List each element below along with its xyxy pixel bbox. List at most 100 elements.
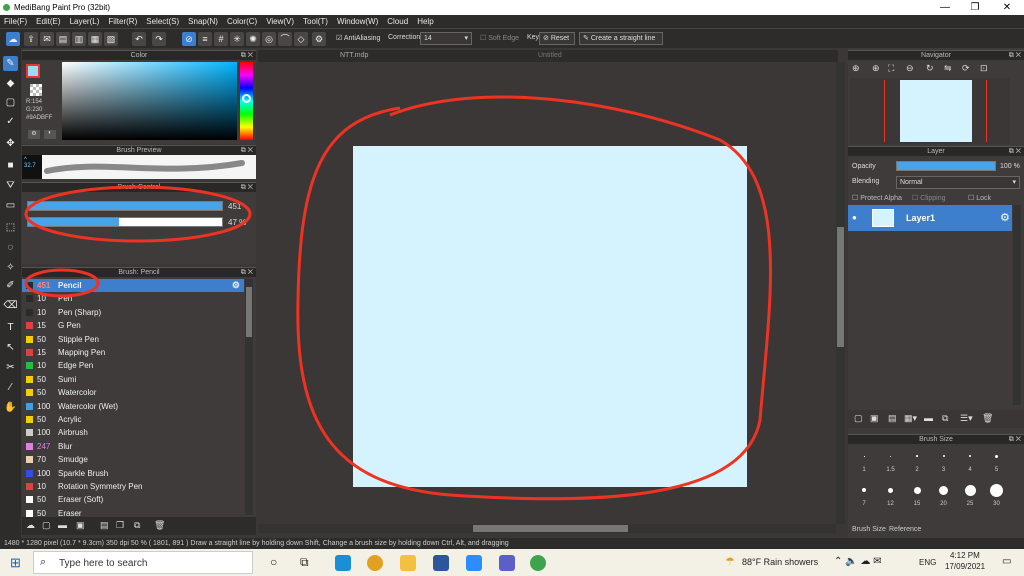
reset-view-icon[interactable]: ⟳: [962, 63, 970, 74]
brush-size-preset[interactable]: 5: [985, 444, 1009, 476]
gradient-tool-icon[interactable]: ▭: [3, 198, 18, 213]
brush-list-scrollbar[interactable]: [245, 279, 253, 515]
brush-item[interactable]: 10 Pen (Sharp): [22, 306, 244, 319]
new-layer2-icon[interactable]: ▣: [870, 413, 879, 424]
straight-line-button[interactable]: ✎ Create a straight line: [579, 32, 663, 45]
navigator-preview[interactable]: [850, 78, 1010, 144]
layer-row[interactable]: ● Layer1 ⚙: [848, 205, 1012, 231]
task-view-icon[interactable]: ⧉: [300, 555, 309, 570]
bucket-tool-icon[interactable]: ⛛: [3, 178, 18, 193]
brush-item[interactable]: 15 G Pen: [22, 319, 244, 332]
zoom-in2-icon[interactable]: ⊕: [872, 63, 880, 74]
tab-ntt[interactable]: NTT.mdp: [340, 52, 368, 59]
brush-item[interactable]: 50 Watercolor: [22, 386, 244, 399]
menu-help[interactable]: Help: [417, 15, 433, 28]
menu-filter[interactable]: Filter(R): [108, 15, 137, 28]
flip-icon[interactable]: ⇋: [944, 63, 952, 74]
word-icon[interactable]: [433, 555, 449, 571]
brush-list-scroll-thumb[interactable]: [246, 287, 252, 337]
windows-start-icon[interactable]: ⊞: [10, 555, 21, 571]
select-lasso-icon[interactable]: ◌: [3, 240, 18, 255]
duplicate-icon[interactable]: ❐: [116, 520, 124, 531]
menu-cloud[interactable]: Cloud: [387, 15, 408, 28]
tab-untitled[interactable]: Untitled: [538, 52, 562, 59]
medibang-icon[interactable]: [530, 555, 546, 571]
chrome-icon[interactable]: [367, 555, 383, 571]
divide-tool-icon[interactable]: ✂: [3, 360, 18, 375]
menu-select[interactable]: Select(S): [146, 15, 179, 28]
cloud-icon[interactable]: ☁: [6, 32, 20, 46]
brush-item[interactable]: 15 Mapping Pen: [22, 346, 244, 359]
panel-close-icon[interactable]: ⧉ ✕: [1009, 51, 1021, 61]
curve-snap-icon[interactable]: ⌒: [278, 32, 292, 46]
document-canvas[interactable]: [353, 146, 747, 487]
select-eraser-icon[interactable]: ⌫: [3, 298, 18, 313]
delete-layer-icon[interactable]: 🗑: [982, 413, 993, 424]
layers-icon[interactable]: ▧: [104, 32, 118, 46]
dot-tool-icon[interactable]: ▢: [3, 95, 18, 110]
eraser-tool-icon[interactable]: ◆: [3, 76, 18, 91]
minimize-button[interactable]: —: [930, 0, 960, 15]
brush-size-preset[interactable]: 30: [985, 478, 1009, 510]
close-button[interactable]: ✕: [992, 0, 1022, 15]
language-indicator[interactable]: ENG: [919, 558, 936, 567]
rotate-icon[interactable]: ↻: [926, 63, 934, 74]
brush-item[interactable]: 451 Pencil ⚙: [22, 279, 244, 292]
canvas-v-scrollbar[interactable]: [836, 62, 845, 524]
panel-close-icon[interactable]: ⧉ ✕: [1009, 147, 1021, 157]
brush-settings-icon[interactable]: ▤: [100, 520, 109, 531]
add-brush-icon[interactable]: ▣: [76, 520, 85, 531]
radial-line-icon[interactable]: ✺: [246, 32, 260, 46]
trash-icon[interactable]: 🗑: [154, 520, 165, 531]
brush-item[interactable]: 100 Sparkle Brush: [22, 467, 244, 480]
menu-file[interactable]: File(F): [4, 15, 27, 28]
brush-item[interactable]: 10 Edge Pen: [22, 359, 244, 372]
operation-tool-icon[interactable]: ↖: [3, 340, 18, 355]
color-add-icon[interactable]: ◐: [44, 130, 56, 139]
tab-reference[interactable]: Reference: [889, 526, 921, 533]
weather-text[interactable]: 88°F Rain showers: [742, 557, 818, 567]
grid-icon[interactable]: ▦: [88, 32, 102, 46]
brush-item[interactable]: 100 Airbrush: [22, 426, 244, 439]
brush-item[interactable]: 50 Acrylic: [22, 413, 244, 426]
layer-menu-icon[interactable]: ☰▾: [960, 413, 973, 424]
background-color-swatch[interactable]: [30, 84, 42, 96]
clipping-checkbox[interactable]: ☐ Clipping: [912, 194, 946, 202]
soft-edge-checkbox[interactable]: ☐ Soft Edge: [480, 34, 519, 42]
file-explorer-icon[interactable]: [400, 555, 416, 571]
tab-brush-size[interactable]: Brush Size: [852, 526, 886, 533]
clock-date[interactable]: 17/09/2021: [945, 562, 985, 571]
brush-size-preset[interactable]: 7: [852, 478, 876, 510]
perspective-icon[interactable]: ◇: [294, 32, 308, 46]
zoom-icon[interactable]: [466, 555, 482, 571]
brush-item[interactable]: 70 Smudge: [22, 453, 244, 466]
menu-view[interactable]: View(V): [266, 15, 294, 28]
brush-size-preset[interactable]: 2: [905, 444, 929, 476]
brush-item[interactable]: 100 Watercolor (Wet): [22, 400, 244, 413]
magic-wand-icon[interactable]: ✧: [3, 260, 18, 275]
canvas-h-scroll-thumb[interactable]: [473, 525, 628, 532]
brush-tool-icon[interactable]: ✎: [3, 56, 18, 71]
fill-shape-icon[interactable]: ■: [3, 158, 18, 173]
zoom-in-icon[interactable]: ⊕: [852, 63, 860, 74]
clock-time[interactable]: 4:12 PM: [950, 551, 980, 560]
select-pen-icon[interactable]: ✐: [3, 278, 18, 293]
folder-icon[interactable]: ▬: [58, 520, 67, 530]
cloud-brush-icon[interactable]: ☁: [26, 520, 35, 531]
merge-layer-icon[interactable]: ⧉: [942, 413, 948, 424]
brush-item[interactable]: 50 Eraser (Soft): [22, 493, 244, 506]
brush-size-preset[interactable]: 25: [958, 478, 982, 510]
brush-item[interactable]: 10 Rotation Symmetry Pen: [22, 480, 244, 493]
menu-layer[interactable]: Layer(L): [70, 15, 100, 28]
layer-folder-icon[interactable]: ▬: [924, 413, 933, 423]
lock-view-icon[interactable]: ⊡: [980, 63, 988, 74]
edge-icon[interactable]: [335, 555, 351, 571]
hand-tool-icon[interactable]: ✋: [3, 400, 18, 415]
radial-snap-icon[interactable]: ✳: [230, 32, 244, 46]
protect-alpha-checkbox[interactable]: ☐ Protect Alpha: [852, 194, 902, 202]
undo-icon[interactable]: ↶: [132, 32, 146, 46]
brush-size-preset[interactable]: 20: [932, 478, 956, 510]
color-mode-icon[interactable]: ⚙: [28, 130, 40, 139]
panel2-icon[interactable]: ▥: [72, 32, 86, 46]
duplicate-layer-icon[interactable]: ▤: [888, 413, 897, 424]
